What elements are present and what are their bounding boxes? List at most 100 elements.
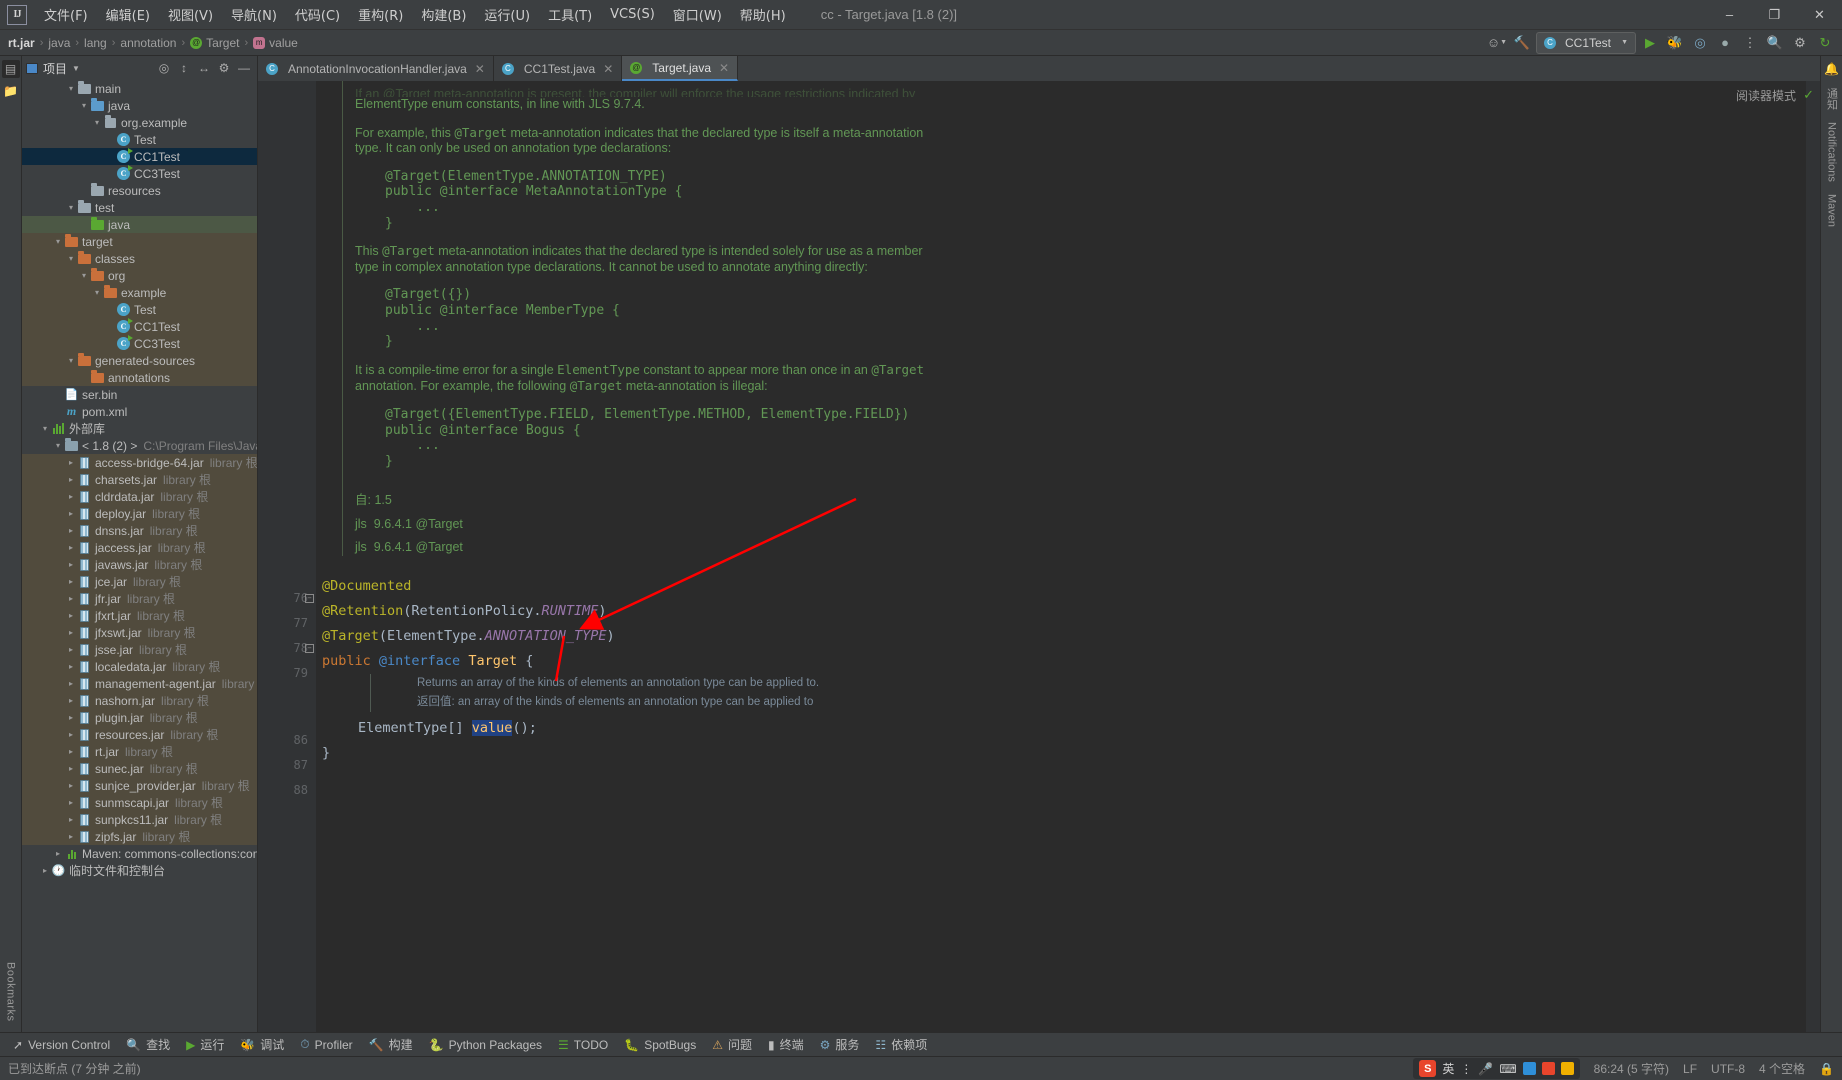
tool-dependencies[interactable]: ☷ 依赖项 [868, 1034, 934, 1055]
chevron-right-icon[interactable]: ▸ [65, 747, 77, 756]
tree-node-localedata-jar[interactable]: ▸ localedata.jar library 根 [22, 658, 257, 675]
breadcrumb-target[interactable]: Target [206, 36, 239, 50]
chevron-right-icon[interactable]: ▸ [65, 696, 77, 705]
line-number-87[interactable]: 87 [258, 753, 316, 778]
fold-marker-78[interactable]: − [305, 644, 314, 653]
coverage-icon[interactable]: ◎ [1689, 32, 1711, 54]
tree-node-jfxswt-jar[interactable]: ▸ jfxswt.jar library 根 [22, 624, 257, 641]
star-icon[interactable] [1560, 1062, 1574, 1075]
tool-spotbugs[interactable]: 🐛 SpotBugs [617, 1036, 703, 1054]
code-line-78[interactable]: @Target(ElementType.ANNOTATION_TYPE) [322, 624, 1806, 649]
tree-node-maven-commons-collections-commo[interactable]: ▸ Maven: commons-collections:commo [22, 845, 257, 862]
tree-node-test[interactable]: C Test [22, 301, 257, 318]
tree-node-sunec-jar[interactable]: ▸ sunec.jar library 根 [22, 760, 257, 777]
tab-cc1test[interactable]: C CC1Test.java ✕ [494, 56, 623, 81]
tree-node-plugin-jar[interactable]: ▸ plugin.jar library 根 [22, 709, 257, 726]
chevron-down-icon[interactable]: ▾ [39, 424, 51, 433]
tree-node-org-example[interactable]: ▾ org.example [22, 114, 257, 131]
project-structure-icon[interactable]: ▤ [1, 60, 20, 78]
chevron-right-icon[interactable]: ▸ [65, 543, 77, 552]
tree-node-[interactable]: ▾ 外部库 [22, 420, 257, 437]
chevron-down-icon[interactable]: ▾ [78, 101, 90, 110]
debug-icon[interactable]: 🐝 [1664, 32, 1686, 54]
chevron-down-icon[interactable]: ▾ [78, 271, 90, 280]
menu-help[interactable]: 帮助(H) [731, 1, 795, 28]
tool-profiler[interactable]: ⏱ Profiler [293, 1035, 359, 1054]
breadcrumb-rtjar[interactable]: rt.jar [8, 36, 35, 50]
code-line-87[interactable]: } [322, 741, 1806, 766]
tree-node-javaws-jar[interactable]: ▸ javaws.jar library 根 [22, 556, 257, 573]
menu-window[interactable]: 窗口(W) [664, 1, 731, 28]
tab-target[interactable]: @ Target.java ✕ [622, 56, 739, 81]
code-line-77[interactable]: @Retention(RetentionPolicy.RUNTIME) [322, 599, 1806, 624]
tree-node-management-agent-jar[interactable]: ▸ management-agent.jar library 根 [22, 675, 257, 692]
mic-icon[interactable]: 🎤 [1478, 1062, 1493, 1076]
tree-node-test[interactable]: C Test [22, 131, 257, 148]
tree-node-cc1test[interactable]: C CC1Test [22, 148, 257, 165]
tree-node-rt-jar[interactable]: ▸ rt.jar library 根 [22, 743, 257, 760]
chevron-right-icon[interactable]: ▸ [65, 628, 77, 637]
chevron-right-icon[interactable]: ▸ [65, 730, 77, 739]
chevron-down-icon[interactable]: ▾ [65, 203, 77, 212]
chevron-right-icon[interactable]: ▸ [65, 594, 77, 603]
menu-vcs[interactable]: VCS(S) [601, 3, 664, 26]
file-encoding[interactable]: UTF-8 [1711, 1062, 1745, 1076]
settings-icon[interactable]: ⚙ [1789, 32, 1811, 54]
profile-icon[interactable]: ☺ ▼ [1486, 32, 1508, 54]
chevron-right-icon[interactable]: ▸ [65, 577, 77, 586]
palette-icon[interactable] [1522, 1062, 1536, 1075]
tree-node-nashorn-jar[interactable]: ▸ nashorn.jar library 根 [22, 692, 257, 709]
inspections-ok-icon[interactable]: ✓ [1803, 87, 1814, 103]
tool-version-control[interactable]: ➚ Version Control [6, 1036, 117, 1054]
breadcrumb-value[interactable]: value [269, 36, 298, 50]
line-number-79[interactable]: 79 [258, 661, 316, 686]
chevron-right-icon[interactable]: ▸ [65, 458, 77, 467]
tree-node-deploy-jar[interactable]: ▸ deploy.jar library 根 [22, 505, 257, 522]
tree-node-zipfs-jar[interactable]: ▸ zipfs.jar library 根 [22, 828, 257, 845]
run-icon[interactable]: ▶ [1639, 32, 1661, 54]
close-button[interactable]: ✕ [1797, 0, 1842, 29]
notifications-icon[interactable]: 🔔 [1823, 60, 1841, 78]
line-number-77[interactable]: 77 [258, 611, 316, 636]
tree-node-generated-sources[interactable]: ▾ generated-sources [22, 352, 257, 369]
menu-build[interactable]: 构建(B) [412, 1, 475, 28]
hide-panel-icon[interactable]: — [235, 59, 253, 77]
gear-icon[interactable]: ⚙ [215, 59, 233, 77]
menu-refactor[interactable]: 重构(R) [349, 1, 412, 28]
run-configuration-selector[interactable]: C CC1Test ▼ [1536, 31, 1636, 54]
tree-node-java[interactable]: ▾ java [22, 97, 257, 114]
tree-node-pom-xml[interactable]: m pom.xml [22, 403, 257, 420]
tree-node-cldrdata-jar[interactable]: ▸ cldrdata.jar library 根 [22, 488, 257, 505]
more-actions-icon[interactable]: ⋮ [1739, 32, 1761, 54]
ime-indicator[interactable]: 英 ⋮ 🎤 ⌨ [1413, 1058, 1580, 1079]
line-number-88[interactable]: 88 [258, 778, 316, 803]
chevron-right-icon[interactable]: ▸ [65, 713, 77, 722]
chevron-down-icon[interactable]: ▾ [65, 84, 77, 93]
chevron-right-icon[interactable]: ▸ [65, 611, 77, 620]
tree-node-cc1test[interactable]: C CC1Test [22, 318, 257, 335]
chevron-right-icon[interactable]: ▸ [65, 781, 77, 790]
tree-node-jsse-jar[interactable]: ▸ jsse.jar library 根 [22, 641, 257, 658]
chevron-right-icon[interactable]: ▸ [65, 475, 77, 484]
search-everywhere-icon[interactable]: 🔍 [1764, 32, 1786, 54]
tree-node-access-bridge-64-jar[interactable]: ▸ access-bridge-64.jar library 根 [22, 454, 257, 471]
menu-navigate[interactable]: 导航(N) [222, 1, 286, 28]
chevron-right-icon[interactable]: ▸ [65, 832, 77, 841]
tool-find[interactable]: 🔍 查找 [119, 1034, 177, 1055]
code-line-79[interactable]: public @interface Target { [322, 649, 1806, 674]
tree-node-jfr-jar[interactable]: ▸ jfr.jar library 根 [22, 590, 257, 607]
tree-node-cc3test[interactable]: C CC3Test [22, 335, 257, 352]
tree-node-test[interactable]: ▾ test [22, 199, 257, 216]
chevron-right-icon[interactable]: ▸ [39, 866, 51, 875]
notifications-label[interactable]: 通知 [1824, 88, 1840, 110]
tree-node-sunpkcs11-jar[interactable]: ▸ sunpkcs11.jar library 根 [22, 811, 257, 828]
tree-node-jce-jar[interactable]: ▸ jce.jar library 根 [22, 573, 257, 590]
chevron-right-icon[interactable]: ▸ [65, 798, 77, 807]
close-icon[interactable]: ✕ [719, 61, 729, 75]
editor-markers-gutter[interactable] [1806, 81, 1820, 1032]
breadcrumb-annotation[interactable]: annotation [120, 36, 176, 50]
chevron-right-icon[interactable]: ▸ [65, 764, 77, 773]
tool-python-packages[interactable]: 🐍 Python Packages [422, 1036, 549, 1054]
tree-node-main[interactable]: ▾ main [22, 80, 257, 97]
method-name-value[interactable]: value [471, 720, 513, 737]
